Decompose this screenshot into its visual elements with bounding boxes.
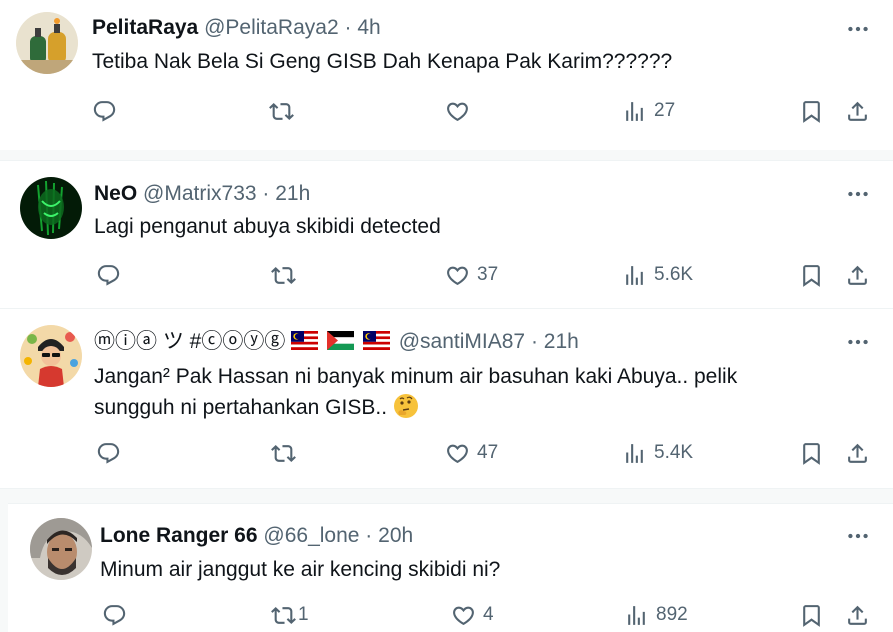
share-button[interactable]: [845, 600, 870, 630]
bookmark-icon: [799, 441, 824, 466]
separator-dot: ·: [365, 524, 373, 547]
reply-button[interactable]: [96, 260, 128, 290]
retweet-icon: [271, 603, 296, 628]
reply-button[interactable]: [102, 600, 134, 630]
share-icon: [845, 441, 870, 466]
tweet-text-line: sungguh ni pertahankan GISB..: [94, 396, 388, 419]
malaysia-flag-icon: [362, 331, 390, 350]
display-name[interactable]: PelitaRaya: [92, 16, 198, 39]
user-handle[interactable]: @66_lone: [263, 524, 359, 547]
share-icon: [845, 603, 870, 628]
like-button[interactable]: 4: [451, 600, 494, 630]
avatar[interactable]: [20, 325, 82, 387]
views-icon: [622, 99, 647, 124]
tweet-text-line: Minum air janggut ke air kencing skibidi…: [100, 558, 501, 581]
share-icon: [845, 99, 870, 124]
views-button[interactable]: 5.4K: [622, 438, 693, 468]
bookmark-button[interactable]: [799, 438, 824, 468]
timestamp[interactable]: 4h: [357, 16, 380, 39]
views-button[interactable]: 5.6K: [622, 260, 693, 290]
retweet-button[interactable]: [269, 96, 301, 126]
display-name[interactable]: NeO: [94, 182, 137, 205]
views-icon: [624, 603, 649, 628]
bookmark-button[interactable]: [799, 260, 824, 290]
reply-button[interactable]: [96, 438, 128, 468]
heart-icon: [445, 441, 470, 466]
views-icon: [622, 263, 647, 288]
retweet-icon: [271, 441, 296, 466]
tweet[interactable]: ⓜⓘⓐ ツ #ⓒⓞⓨⓖ @santiMIA87 · 21h Jangan² Pa…: [0, 309, 893, 487]
tweet-gap: [0, 489, 893, 503]
timestamp[interactable]: 21h: [544, 330, 579, 353]
bookmark-button[interactable]: [799, 96, 824, 126]
views-count: 892: [656, 604, 688, 625]
retweet-icon: [269, 99, 294, 124]
palestine-flag-icon: [327, 331, 355, 350]
flags: [291, 330, 399, 353]
reply-icon: [92, 99, 117, 124]
tweet-text-line: Tetiba Nak Bela Si Geng GISB Dah Kenapa …: [92, 50, 673, 73]
timestamp[interactable]: 20h: [378, 524, 413, 547]
bookmark-icon: [799, 263, 824, 288]
retweet-count: 1: [298, 604, 309, 625]
more-icon[interactable]: [845, 181, 871, 207]
like-button[interactable]: [445, 96, 477, 126]
retweet-button[interactable]: [271, 438, 303, 468]
avatar[interactable]: [30, 518, 92, 580]
views-button[interactable]: 27: [622, 96, 675, 126]
separator-dot: ·: [344, 16, 352, 39]
more-icon[interactable]: [845, 16, 871, 42]
heart-icon: [445, 99, 470, 124]
tweet-text-line: Lagi penganut abuya skibidi detected: [94, 215, 441, 238]
malaysia-flag-icon: [291, 331, 319, 350]
left-edge: [0, 503, 8, 632]
tweet[interactable]: Lone Ranger 66 @66_lone · 20h Minum air …: [8, 504, 893, 632]
separator-dot: ·: [262, 182, 270, 205]
views-count: 5.4K: [654, 442, 694, 463]
reply-icon: [96, 441, 121, 466]
avatar[interactable]: [16, 12, 78, 74]
heart-icon: [445, 263, 470, 288]
views-icon: [622, 441, 647, 466]
user-handle[interactable]: @santiMIA87: [399, 330, 525, 353]
bookmark-icon: [799, 99, 824, 124]
reply-button[interactable]: [92, 96, 124, 126]
reply-icon: [96, 263, 121, 288]
like-count: 4: [483, 604, 494, 625]
share-icon: [845, 263, 870, 288]
like-button[interactable]: 37: [445, 260, 498, 290]
display-name[interactable]: ⓜⓘⓐ ツ #ⓒⓞⓨⓖ: [94, 330, 285, 353]
share-button[interactable]: [845, 438, 870, 468]
like-button[interactable]: 47: [445, 438, 498, 468]
like-count: 37: [477, 264, 499, 285]
user-handle[interactable]: @Matrix733: [143, 182, 257, 205]
views-button[interactable]: 892: [624, 600, 688, 630]
reply-icon: [102, 603, 127, 628]
retweet-button[interactable]: 1: [271, 600, 309, 630]
share-button[interactable]: [845, 260, 870, 290]
tweet-text-line: Jangan² Pak Hassan ni banyak minum air b…: [94, 365, 738, 388]
tweet[interactable]: NeO @Matrix733 · 21h Lagi penganut abuya…: [0, 161, 893, 307]
like-count: 47: [477, 442, 499, 463]
tweet-gap: [0, 150, 893, 160]
thinking-face-icon: [393, 394, 418, 418]
avatar[interactable]: [20, 177, 82, 239]
bookmark-button[interactable]: [799, 600, 824, 630]
tweet[interactable]: PelitaRaya @PelitaRaya2 · 4h Tetiba Nak …: [0, 0, 893, 150]
views-count: 5.6K: [654, 264, 694, 285]
retweet-icon: [271, 263, 296, 288]
more-icon[interactable]: [845, 523, 871, 549]
bookmark-icon: [799, 603, 824, 628]
separator-dot: ·: [530, 330, 538, 353]
heart-icon: [451, 603, 476, 628]
views-count: 27: [654, 100, 676, 121]
share-button[interactable]: [845, 96, 870, 126]
retweet-button[interactable]: [271, 260, 303, 290]
user-handle[interactable]: @PelitaRaya2: [204, 16, 339, 39]
timestamp[interactable]: 21h: [275, 182, 310, 205]
more-icon[interactable]: [845, 329, 871, 355]
display-name[interactable]: Lone Ranger 66: [100, 524, 258, 547]
